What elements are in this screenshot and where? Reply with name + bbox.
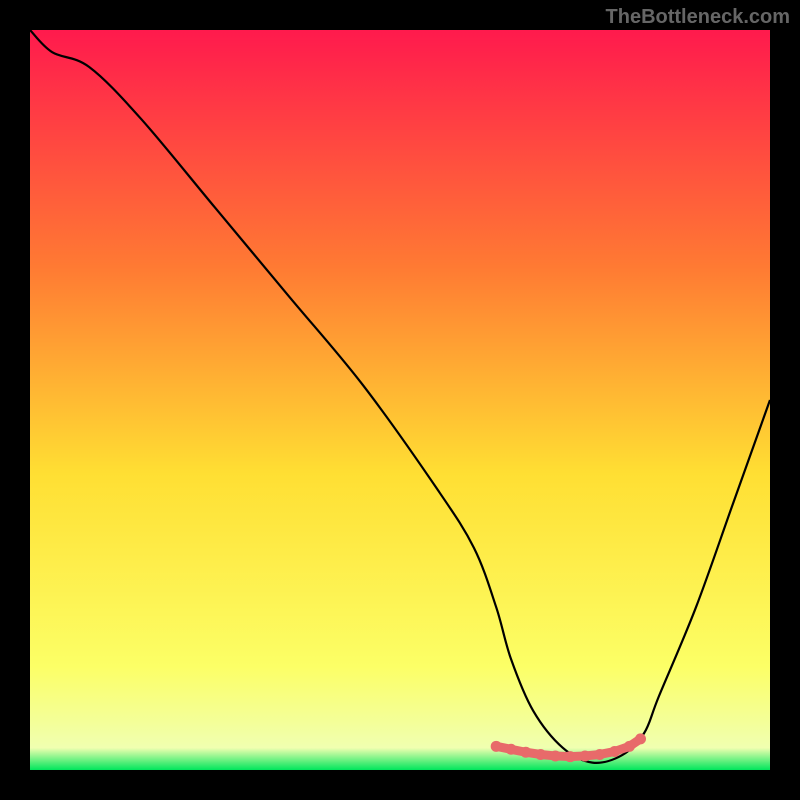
bottleneck-chart <box>30 30 770 770</box>
optimal-point <box>624 741 635 752</box>
optimal-point <box>491 741 502 752</box>
optimal-point <box>535 749 546 760</box>
optimal-point <box>520 747 531 758</box>
optimal-point <box>565 751 576 762</box>
optimal-point <box>506 744 517 755</box>
optimal-point <box>550 750 561 761</box>
chart-background <box>30 30 770 770</box>
optimal-point <box>580 750 591 761</box>
optimal-point <box>609 746 620 757</box>
chart-container <box>30 30 770 770</box>
watermark-text: TheBottleneck.com <box>606 6 790 29</box>
optimal-point <box>635 733 646 744</box>
optimal-point <box>594 749 605 760</box>
